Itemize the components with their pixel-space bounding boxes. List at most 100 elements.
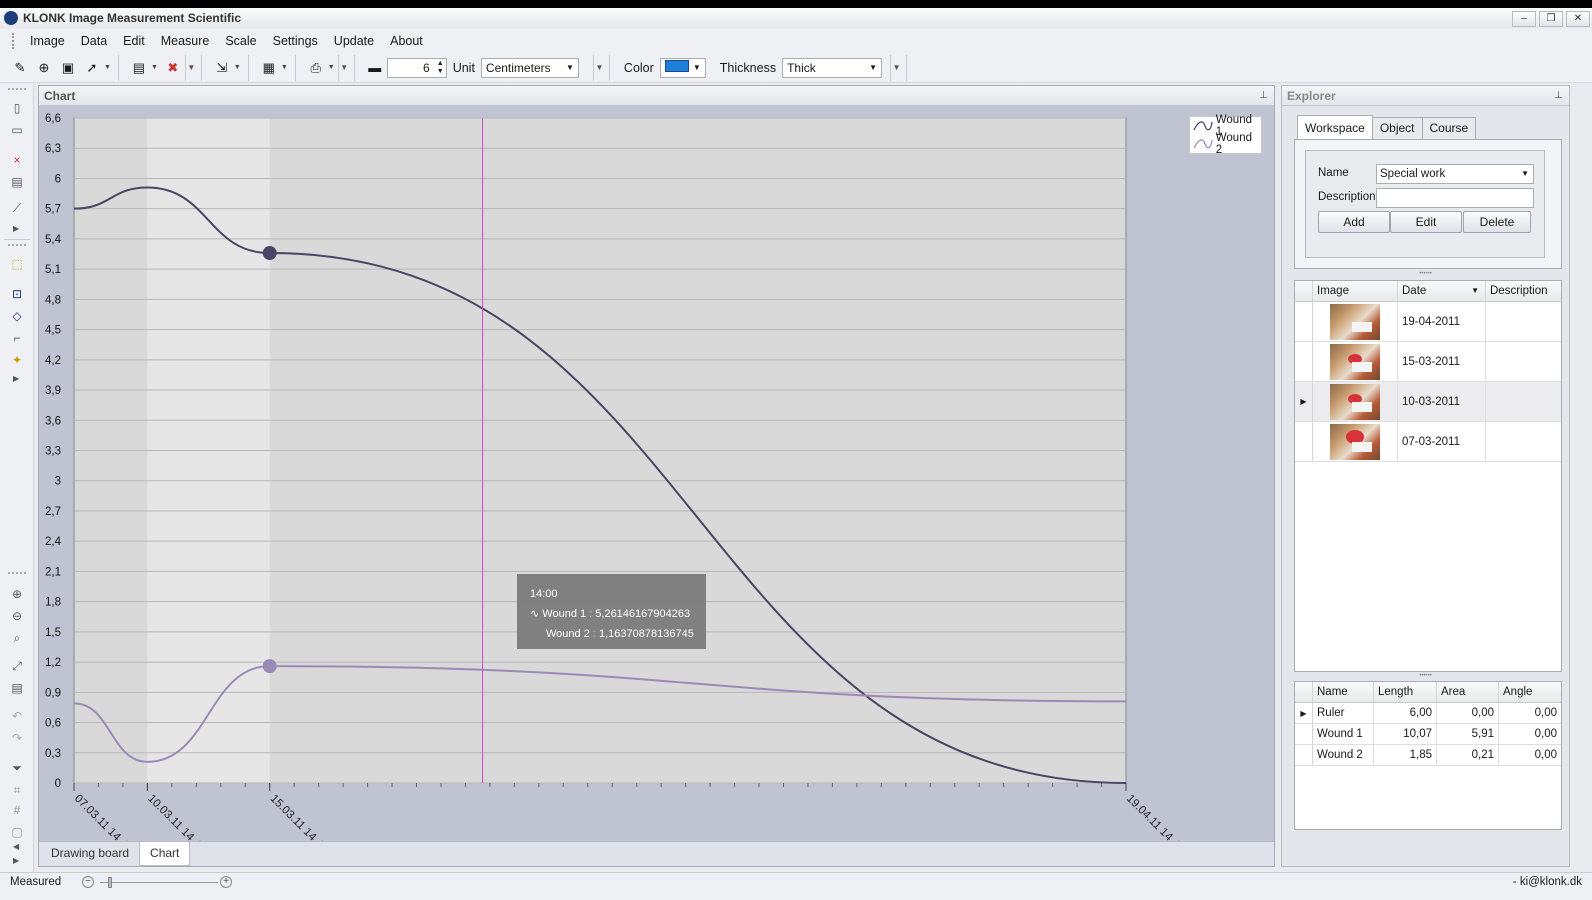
chevron-right-icon[interactable]: ▶	[13, 224, 19, 233]
close-button[interactable]: ✕	[1566, 11, 1590, 27]
chevron-down-icon[interactable]: ▼	[104, 64, 111, 71]
name-select[interactable]: Special work ▼	[1376, 164, 1534, 184]
wound-thumbnail[interactable]	[1330, 383, 1380, 420]
add-image-icon[interactable]: ⊕	[35, 59, 53, 77]
column-description[interactable]: Description	[1486, 281, 1561, 301]
toolbar-overflow[interactable]: ▼	[337, 54, 350, 81]
grid-icon[interactable]: #	[9, 802, 25, 818]
magic-select-icon[interactable]: ✦	[9, 352, 25, 368]
row-pointer-icon: ▶	[1295, 382, 1313, 421]
zoom-slider[interactable]: − +	[82, 876, 232, 890]
minimize-button[interactable]: –	[1512, 11, 1536, 27]
column-length[interactable]: Length	[1374, 682, 1437, 702]
color-select[interactable]: ▼	[659, 57, 706, 78]
chevron-down-icon[interactable]: ▼	[151, 64, 158, 71]
tab-course[interactable]: Course	[1421, 117, 1477, 139]
zoom-in-icon[interactable]: +	[220, 876, 232, 888]
toolbar-overflow[interactable]: ▼	[890, 54, 902, 81]
remove-point-icon[interactable]: ×	[9, 152, 25, 168]
zoom-slider-thumb[interactable]	[108, 877, 112, 888]
toolbar-overflow[interactable]: ▼	[184, 54, 197, 81]
document-icon[interactable]: ▯	[9, 100, 25, 116]
description-field[interactable]	[1376, 188, 1534, 208]
column-image[interactable]: Image	[1313, 281, 1398, 301]
chevron-down-icon[interactable]: ▼	[281, 64, 288, 71]
line-chart[interactable]: 0 0,3 0,6 0,9 1,2 1,5 1,8 2,1 2,4 2,7 3 3,3 3,6 3,9 4,…	[39, 107, 1274, 841]
print-icon[interactable]: ⎙	[307, 59, 325, 77]
spinner-arrows-icon[interactable]: ▲ ▼	[437, 60, 444, 76]
menu-scale[interactable]: Scale	[217, 34, 264, 48]
toolbar-overflow[interactable]: ▼	[592, 54, 605, 81]
undo-icon[interactable]: ↶	[9, 708, 25, 724]
table-row[interactable]: 15-03-2011	[1295, 342, 1561, 382]
frame-icon[interactable]: ▢	[9, 824, 25, 840]
tab-object[interactable]: Object	[1371, 117, 1423, 139]
menu-image[interactable]: Image	[22, 34, 73, 48]
chevron-left-icon[interactable]: ◀	[13, 842, 19, 851]
table-row-selected[interactable]: ▶ 10-03-2011	[1295, 382, 1561, 422]
line-value: 6	[423, 60, 430, 75]
chevron-right-icon[interactable]: ▶	[13, 374, 19, 383]
chevron-down-icon[interactable]: ▼	[328, 64, 335, 71]
zoom-fit-icon[interactable]: ⌕	[9, 630, 25, 646]
menu-data[interactable]: Data	[73, 34, 115, 48]
table-row[interactable]: Wound 1 10,07 5,91 0,00	[1295, 724, 1561, 745]
wound-thumbnail[interactable]	[1330, 303, 1380, 340]
menu-settings[interactable]: Settings	[265, 34, 326, 48]
fit-screen-icon[interactable]: ⤢	[9, 658, 25, 674]
image-folder-icon[interactable]: ▣	[59, 59, 77, 77]
zoom-out-icon[interactable]: ⊖	[9, 608, 25, 624]
polygon-tool-icon[interactable]: ◇	[9, 308, 25, 324]
unit-select[interactable]: Centimeters ▼	[480, 57, 579, 78]
restore-button[interactable]: ❐	[1539, 11, 1563, 27]
tab-drawing-board[interactable]: Drawing board	[41, 842, 139, 866]
rectangle-tool-icon[interactable]: ⊡	[9, 286, 25, 302]
table-row[interactable]: 19-04-2011	[1295, 302, 1561, 342]
wound-thumbnail[interactable]	[1330, 423, 1380, 460]
page-icon[interactable]: ▭	[9, 122, 25, 138]
freehand-icon[interactable]: ⌐	[9, 330, 25, 346]
x-tick-label: 10.03.11 14.46	[145, 793, 207, 841]
menu-about[interactable]: About	[382, 34, 431, 48]
delete-icon[interactable]: ✖	[164, 59, 182, 77]
line-value-spinner[interactable]: 6 ▲ ▼	[386, 57, 447, 78]
column-date[interactable]: Date ▼	[1398, 281, 1486, 301]
table-row[interactable]: Wound 2 1,85 0,21 0,00	[1295, 745, 1561, 766]
select-icon[interactable]: ⬚	[9, 256, 25, 272]
filter-icon[interactable]: ⏷	[9, 760, 25, 776]
line-icon[interactable]: ⟋	[9, 200, 25, 216]
redo-icon[interactable]: ↷	[9, 730, 25, 746]
chevron-right-icon[interactable]: ▶	[13, 856, 19, 865]
magic-wand-icon[interactable]: ✎	[11, 59, 29, 77]
chevron-down-icon[interactable]: ▼	[234, 64, 241, 71]
table-row[interactable]: 07-03-2011	[1295, 422, 1561, 462]
menu-measure[interactable]: Measure	[153, 34, 218, 48]
import-icon[interactable]: ⇲	[213, 59, 231, 77]
pin-icon[interactable]: ⊥	[1554, 86, 1563, 106]
report-icon[interactable]: ▦	[260, 59, 278, 77]
delete-button[interactable]: Delete	[1463, 211, 1531, 233]
splitter-handle[interactable]: ••••••	[1282, 271, 1569, 277]
column-angle[interactable]: Angle	[1499, 682, 1561, 702]
menu-edit[interactable]: Edit	[115, 34, 153, 48]
save-icon[interactable]: ▤	[130, 59, 148, 77]
add-button[interactable]: Add	[1318, 211, 1390, 233]
column-name[interactable]: Name	[1313, 682, 1374, 702]
zoom-in-icon[interactable]: ⊕	[9, 586, 25, 602]
wound-thumbnail[interactable]	[1330, 343, 1380, 380]
zoom-out-icon[interactable]: −	[82, 876, 94, 888]
crop-icon[interactable]: ⌗	[9, 782, 25, 798]
export-icon[interactable]: ➚	[83, 59, 101, 77]
edit-button[interactable]: Edit	[1390, 211, 1462, 233]
table-row[interactable]: ▶ Ruler 6,00 0,00 0,00	[1295, 703, 1561, 724]
y-tick-label: 3,9	[45, 385, 61, 397]
pin-icon[interactable]: ⊥	[1259, 86, 1268, 106]
column-area[interactable]: Area	[1437, 682, 1499, 702]
menu-update[interactable]: Update	[326, 34, 382, 48]
delete-object-icon[interactable]: ▤	[9, 174, 25, 190]
thickness-select[interactable]: Thick ▼	[782, 57, 883, 78]
layers-icon[interactable]: ▤	[9, 680, 25, 696]
splitter-handle[interactable]: ••••••	[1282, 673, 1569, 679]
tab-workspace[interactable]: Workspace	[1297, 115, 1373, 139]
tab-chart[interactable]: Chart	[139, 842, 191, 866]
